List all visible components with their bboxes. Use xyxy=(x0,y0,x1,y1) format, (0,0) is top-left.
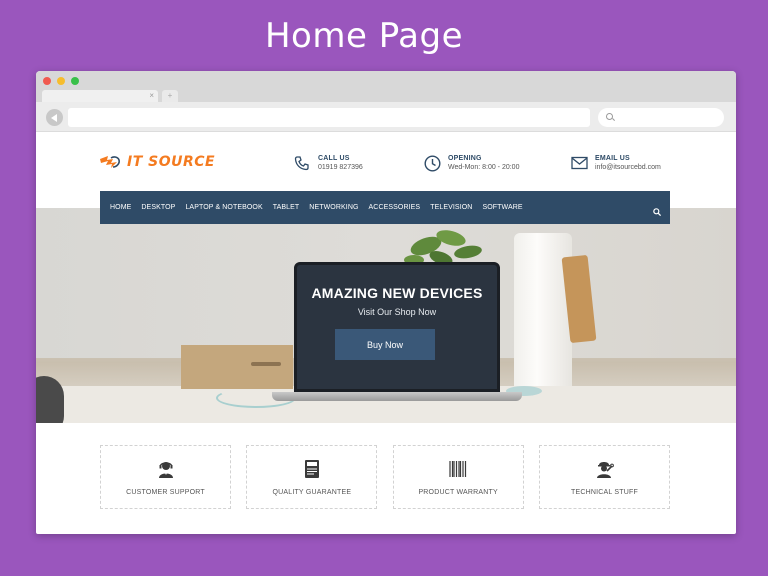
hero-title: AMAZING NEW DEVICES xyxy=(311,285,483,301)
browser-search-input[interactable] xyxy=(598,108,724,127)
contact-value[interactable]: info@itsourcebd.com xyxy=(595,163,661,173)
contact-label: OPENING xyxy=(448,155,482,162)
buy-now-button[interactable]: Buy Now xyxy=(335,329,435,360)
contact-label: CALL US xyxy=(318,155,350,162)
feature-label: PRODUCT WARRANTY xyxy=(418,488,498,496)
feature-technical-stuff[interactable]: TECHNICAL STUFF xyxy=(538,445,670,509)
browser-window: × + IT SOURCE CALL US 01919 827396 OPENI… xyxy=(36,71,736,534)
nav-item-desktop[interactable]: DESKTOP xyxy=(141,204,175,211)
laptop-screen: AMAZING NEW DEVICES Visit Our Shop Now B… xyxy=(294,262,500,392)
phone-icon xyxy=(293,154,311,172)
box-image xyxy=(181,345,293,389)
headset-support-icon xyxy=(156,459,176,479)
nav-item-tablet[interactable]: TABLET xyxy=(273,204,300,211)
barcode-icon xyxy=(448,459,468,479)
back-button[interactable] xyxy=(46,109,63,126)
plant-image xyxy=(396,218,496,268)
contact-value[interactable]: 01919 827396 xyxy=(318,163,363,173)
clock-icon xyxy=(423,154,441,172)
envelope-icon xyxy=(570,154,588,172)
maximize-window-button[interactable] xyxy=(71,77,79,85)
nav-item-home[interactable]: HOME xyxy=(110,204,131,211)
contact-call: CALL US 01919 827396 xyxy=(293,154,363,173)
book-icon xyxy=(302,459,322,479)
feature-label: QUALITY GUARANTEE xyxy=(272,488,352,496)
nav-item-television[interactable]: TELEVISION xyxy=(430,204,472,211)
close-window-button[interactable] xyxy=(43,77,51,85)
chair-image xyxy=(36,376,64,423)
search-icon[interactable] xyxy=(653,203,662,217)
browser-tab[interactable]: × xyxy=(42,90,158,102)
hero-subtitle: Visit Our Shop Now xyxy=(357,307,437,317)
logo-mark-icon xyxy=(99,154,121,170)
feature-label: CUSTOMER SUPPORT xyxy=(126,488,205,496)
website: IT SOURCE CALL US 01919 827396 OPENING W… xyxy=(36,132,736,534)
nav-item-software[interactable]: SOFTWARE xyxy=(482,204,522,211)
logo-text: IT SOURCE xyxy=(127,154,216,170)
new-tab-button[interactable]: + xyxy=(162,90,178,102)
browser-titlebar: × + xyxy=(36,71,736,102)
logo[interactable]: IT SOURCE xyxy=(99,152,215,172)
contact-value: Wed-Mon: 8:00 - 20:00 xyxy=(448,164,520,171)
page-title: Home Page xyxy=(264,16,464,56)
minimize-window-button[interactable] xyxy=(57,77,65,85)
contact-email: EMAIL US info@itsourcebd.com xyxy=(570,154,661,173)
laptop-base xyxy=(272,392,522,401)
feature-product-warranty[interactable]: PRODUCT WARRANTY xyxy=(392,445,524,509)
contact-label: EMAIL US xyxy=(595,155,630,162)
address-bar[interactable] xyxy=(68,108,590,127)
feature-customer-support[interactable]: CUSTOMER SUPPORT xyxy=(100,445,231,509)
nav-item-accessories[interactable]: ACCESSORIES xyxy=(369,204,421,211)
browser-toolbar xyxy=(36,102,736,132)
nav-item-networking[interactable]: NETWORKING xyxy=(309,204,358,211)
tab-close-icon[interactable]: × xyxy=(149,90,154,102)
feature-label: TECHNICAL STUFF xyxy=(571,488,638,496)
main-nav: HOME DESKTOP LAPTOP & NOTEBOOK TABLET NE… xyxy=(100,191,670,224)
search-icon xyxy=(606,113,613,120)
hero-banner: AMAZING NEW DEVICES Visit Our Shop Now B… xyxy=(36,208,736,423)
box-slot xyxy=(251,362,281,366)
features-row: CUSTOMER SUPPORT QUALITY GUARANTEE PRODU… xyxy=(100,445,670,509)
nav-item-laptop-notebook[interactable]: LAPTOP & NOTEBOOK xyxy=(185,204,262,211)
feature-quality-guarantee[interactable]: QUALITY GUARANTEE xyxy=(246,445,378,509)
technician-icon xyxy=(594,459,615,479)
contact-opening: OPENING Wed-Mon: 8:00 - 20:00 xyxy=(423,154,519,173)
